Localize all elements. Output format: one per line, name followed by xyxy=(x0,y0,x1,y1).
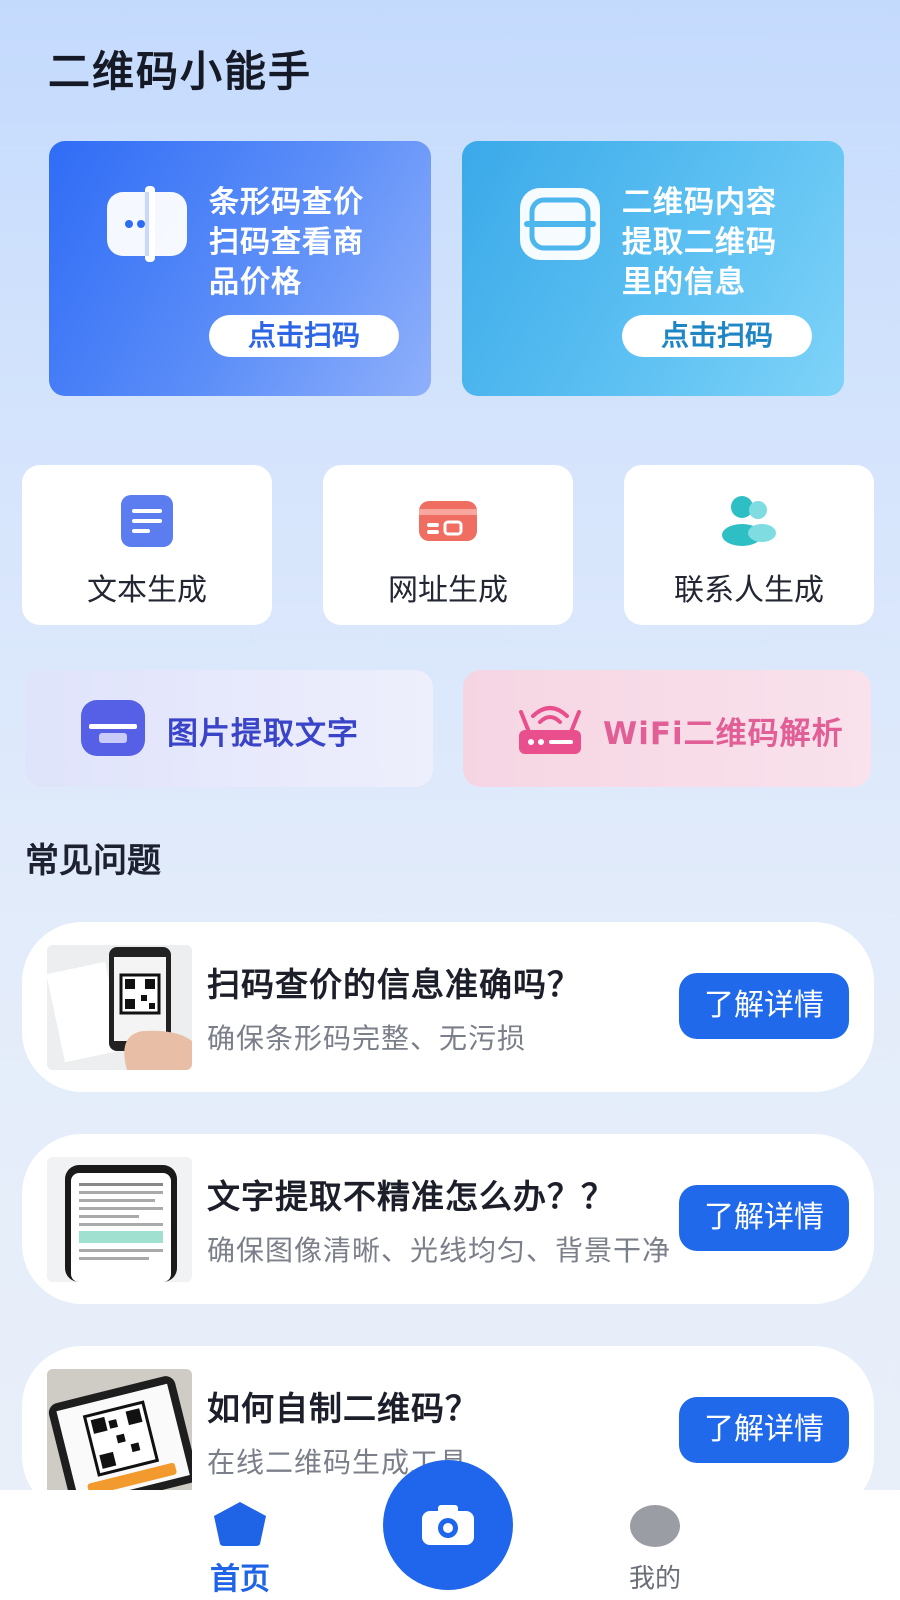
camera-icon xyxy=(422,1505,474,1545)
faq-thumbnail xyxy=(47,945,192,1070)
learn-more-button[interactable]: 了解详情 xyxy=(679,1397,849,1463)
phone-qr-code-illustration xyxy=(47,1369,192,1494)
card-desc-line2: 里的信息 xyxy=(622,265,746,300)
nav-label-home: 首页 xyxy=(210,1562,270,1597)
card-desc-line2: 品价格 xyxy=(209,265,302,300)
card-desc-line1: 扫码查看商 xyxy=(209,225,364,260)
learn-more-button[interactable]: 了解详情 xyxy=(679,1185,849,1251)
document-icon xyxy=(121,495,173,547)
faq-answer: 确保图像清晰、光线均匀、背景干净 xyxy=(207,1234,672,1267)
faq-thumbnail xyxy=(47,1157,192,1282)
faq-heading: 常见问题 xyxy=(25,841,161,881)
faq-question: 扫码查价的信息准确吗？ xyxy=(207,965,581,1004)
nav-tab-home[interactable]: 首页 xyxy=(185,1500,295,1597)
faq-thumbnail xyxy=(47,1369,192,1494)
scan-button-barcode[interactable]: 点击扫码 xyxy=(209,315,399,357)
contacts-icon xyxy=(722,496,776,546)
card-title: 二维码内容 xyxy=(622,185,777,220)
image-to-text-card[interactable]: 图片提取文字 xyxy=(25,670,433,787)
faq-item[interactable]: 文字提取不精准怎么办？？ 确保图像清晰、光线均匀、背景干净 了解详情 xyxy=(22,1134,874,1304)
scan-button-qr[interactable]: 点击扫码 xyxy=(622,315,812,357)
phone-document-illustration xyxy=(47,1157,192,1282)
tool-label: 图片提取文字 xyxy=(167,716,359,752)
nav-tab-mine[interactable]: 我的 xyxy=(605,1500,705,1595)
faq-item[interactable]: 扫码查价的信息准确吗？ 确保条形码完整、无污损 了解详情 xyxy=(22,922,874,1092)
qr-content-card[interactable]: 二维码内容 提取二维码 里的信息 点击扫码 xyxy=(462,141,844,396)
wifi-qr-card[interactable]: WiFi二维码解析 xyxy=(463,670,871,787)
wifi-router-icon xyxy=(519,706,581,754)
barcode-scan-icon xyxy=(107,186,187,262)
qr-scan-icon xyxy=(520,188,600,260)
barcode-price-card[interactable]: 条形码查价 扫码查看商 品价格 点击扫码 xyxy=(49,141,431,396)
card-title: 条形码查价 xyxy=(209,185,364,220)
profile-icon xyxy=(630,1505,680,1547)
generator-label: 联系人生成 xyxy=(674,573,824,608)
learn-more-button[interactable]: 了解详情 xyxy=(679,973,849,1039)
card-icon xyxy=(419,501,477,541)
app-title: 二维码小能手 xyxy=(48,47,313,96)
image-text-icon xyxy=(81,700,145,756)
phone-qr-illustration xyxy=(47,945,192,1070)
url-generate-card[interactable]: 网址生成 xyxy=(323,465,573,625)
faq-question: 如何自制二维码？ xyxy=(207,1389,479,1428)
faq-answer: 确保条形码完整、无污损 xyxy=(207,1022,527,1055)
generator-label: 网址生成 xyxy=(388,573,508,608)
home-icon xyxy=(214,1502,266,1546)
nav-label-mine: 我的 xyxy=(628,1564,681,1594)
text-generate-card[interactable]: 文本生成 xyxy=(22,465,272,625)
tool-label: WiFi二维码解析 xyxy=(603,716,844,752)
faq-question: 文字提取不精准怎么办？？ xyxy=(207,1177,615,1216)
camera-scan-button[interactable] xyxy=(383,1460,513,1590)
contact-generate-card[interactable]: 联系人生成 xyxy=(624,465,874,625)
generator-label: 文本生成 xyxy=(87,573,207,608)
card-desc-line1: 提取二维码 xyxy=(622,225,777,260)
